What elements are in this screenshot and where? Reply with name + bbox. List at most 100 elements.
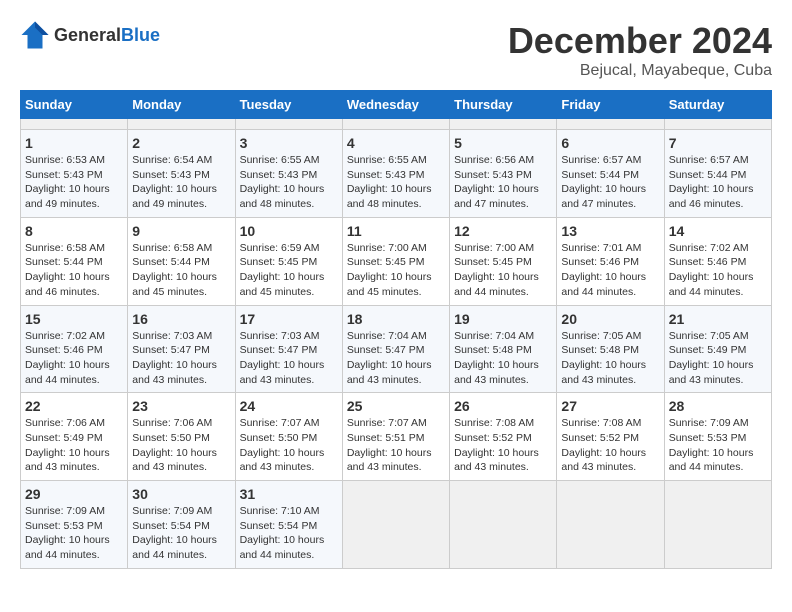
- sunset-label: Sunset: 5:50 PM: [240, 432, 318, 444]
- day-number: 15: [25, 311, 123, 327]
- calendar-week-row: 22Sunrise: 7:06 AMSunset: 5:49 PMDayligh…: [21, 393, 772, 481]
- daylight-label: Daylight: 10 hours and 44 minutes.: [240, 534, 325, 561]
- col-sunday: Sunday: [21, 91, 128, 119]
- sunrise-label: Sunrise: 6:55 AM: [347, 154, 427, 166]
- sunrise-label: Sunrise: 7:02 AM: [669, 242, 749, 254]
- day-info: Sunrise: 7:07 AMSunset: 5:50 PMDaylight:…: [240, 416, 338, 475]
- calendar-week-row: [21, 119, 772, 130]
- sunset-label: Sunset: 5:44 PM: [132, 256, 210, 268]
- daylight-label: Daylight: 10 hours and 45 minutes.: [132, 271, 217, 298]
- table-row: [450, 119, 557, 130]
- table-row: 27Sunrise: 7:08 AMSunset: 5:52 PMDayligh…: [557, 393, 664, 481]
- day-info: Sunrise: 7:00 AMSunset: 5:45 PMDaylight:…: [454, 241, 552, 300]
- day-info: Sunrise: 7:09 AMSunset: 5:53 PMDaylight:…: [25, 504, 123, 563]
- table-row: 4Sunrise: 6:55 AMSunset: 5:43 PMDaylight…: [342, 130, 449, 218]
- daylight-label: Daylight: 10 hours and 45 minutes.: [347, 271, 432, 298]
- day-number: 17: [240, 311, 338, 327]
- sunset-label: Sunset: 5:43 PM: [240, 169, 318, 181]
- table-row: [664, 119, 771, 130]
- sunset-label: Sunset: 5:44 PM: [561, 169, 639, 181]
- day-info: Sunrise: 6:56 AMSunset: 5:43 PMDaylight:…: [454, 153, 552, 212]
- sunrise-label: Sunrise: 7:03 AM: [132, 330, 212, 342]
- daylight-label: Daylight: 10 hours and 43 minutes.: [454, 447, 539, 474]
- daylight-label: Daylight: 10 hours and 43 minutes.: [347, 359, 432, 386]
- sunset-label: Sunset: 5:47 PM: [240, 344, 318, 356]
- sunrise-label: Sunrise: 7:03 AM: [240, 330, 320, 342]
- table-row: [664, 481, 771, 569]
- calendar: Sunday Monday Tuesday Wednesday Thursday…: [20, 90, 772, 569]
- day-info: Sunrise: 7:03 AMSunset: 5:47 PMDaylight:…: [132, 329, 230, 388]
- table-row: 17 Sunrise: 7:03 AM Sunset: 5:47 PM Dayligh…: [235, 305, 342, 393]
- day-number: 19: [454, 311, 552, 327]
- sunrise-label: Sunrise: 7:01 AM: [561, 242, 641, 254]
- table-row: 16Sunrise: 7:03 AMSunset: 5:47 PMDayligh…: [128, 305, 235, 393]
- sunset-label: Sunset: 5:54 PM: [132, 520, 210, 532]
- table-row: 21Sunrise: 7:05 AMSunset: 5:49 PMDayligh…: [664, 305, 771, 393]
- table-row: 7Sunrise: 6:57 AMSunset: 5:44 PMDaylight…: [664, 130, 771, 218]
- daylight-label: Daylight: 10 hours and 43 minutes.: [240, 447, 325, 474]
- daylight-label: Daylight: 10 hours and 43 minutes.: [240, 359, 325, 386]
- table-row: 6Sunrise: 6:57 AMSunset: 5:44 PMDaylight…: [557, 130, 664, 218]
- sunrise-label: Sunrise: 7:10 AM: [240, 505, 320, 517]
- table-row: 13Sunrise: 7:01 AMSunset: 5:46 PMDayligh…: [557, 217, 664, 305]
- sunset-label: Sunset: 5:44 PM: [25, 256, 103, 268]
- table-row: 18Sunrise: 7:04 AMSunset: 5:47 PMDayligh…: [342, 305, 449, 393]
- table-row: 26Sunrise: 7:08 AMSunset: 5:52 PMDayligh…: [450, 393, 557, 481]
- day-info: Sunrise: 6:55 AMSunset: 5:43 PMDaylight:…: [240, 153, 338, 212]
- daylight-label: Daylight: 10 hours and 43 minutes.: [561, 359, 646, 386]
- table-row: 20Sunrise: 7:05 AMSunset: 5:48 PMDayligh…: [557, 305, 664, 393]
- table-row: 5Sunrise: 6:56 AMSunset: 5:43 PMDaylight…: [450, 130, 557, 218]
- table-row: 29Sunrise: 7:09 AMSunset: 5:53 PMDayligh…: [21, 481, 128, 569]
- sunrise-label: Sunrise: 7:05 AM: [669, 330, 749, 342]
- sunset-label: Sunset: 5:45 PM: [347, 256, 425, 268]
- sunset-label: Sunset: 5:46 PM: [25, 344, 103, 356]
- day-info: Sunrise: 7:00 AMSunset: 5:45 PMDaylight:…: [347, 241, 445, 300]
- day-info: Sunrise: 6:55 AMSunset: 5:43 PMDaylight:…: [347, 153, 445, 212]
- day-info: Sunrise: 7:06 AMSunset: 5:49 PMDaylight:…: [25, 416, 123, 475]
- day-info: Sunrise: 7:04 AMSunset: 5:48 PMDaylight:…: [454, 329, 552, 388]
- sunset-label: Sunset: 5:49 PM: [669, 344, 747, 356]
- sunset-label: Sunset: 5:44 PM: [669, 169, 747, 181]
- daylight-label: Daylight: 10 hours and 43 minutes.: [454, 359, 539, 386]
- sunset-label: Sunset: 5:48 PM: [454, 344, 532, 356]
- calendar-header-row: Sunday Monday Tuesday Wednesday Thursday…: [21, 91, 772, 119]
- daylight-label: Daylight: 10 hours and 44 minutes.: [454, 271, 539, 298]
- table-row: [450, 481, 557, 569]
- table-row: [21, 119, 128, 130]
- table-row: 19 Sunrise: 7:04 AMSunset: 5:48 PMDayligh…: [450, 305, 557, 393]
- table-row: 30Sunrise: 7:09 AMSunset: 5:54 PMDayligh…: [128, 481, 235, 569]
- daylight-label: Daylight: 10 hours and 48 minutes.: [240, 183, 325, 210]
- sunrise-label: Sunrise: 7:04 AM: [347, 330, 427, 342]
- col-friday: Friday: [557, 91, 664, 119]
- calendar-week-row: 15Sunrise: 7:02 AMSunset: 5:46 PMDayligh…: [21, 305, 772, 393]
- daylight-label: Daylight: 10 hours and 43 minutes.: [669, 359, 754, 386]
- daylight-label: Daylight: 10 hours and 47 minutes.: [561, 183, 646, 210]
- day-number: 1: [25, 135, 123, 151]
- sunrise-label: Sunrise: 6:54 AM: [132, 154, 212, 166]
- col-saturday: Saturday: [664, 91, 771, 119]
- daylight-label: Daylight: 10 hours and 44 minutes.: [669, 271, 754, 298]
- sunset-label: Sunset: 5:46 PM: [561, 256, 639, 268]
- daylight-label: Daylight: 10 hours and 43 minutes.: [25, 447, 110, 474]
- sunrise-label: Sunrise: 7:06 AM: [132, 417, 212, 429]
- day-number: 14: [669, 223, 767, 239]
- header: GeneralBlue December 2024 Bejucal, Mayab…: [20, 20, 772, 80]
- sunset-label: Sunset: 5:47 PM: [132, 344, 210, 356]
- sunrise-label: Sunrise: 7:09 AM: [669, 417, 749, 429]
- daylight-label: Daylight: 10 hours and 47 minutes.: [454, 183, 539, 210]
- logo: GeneralBlue: [20, 20, 160, 50]
- col-tuesday: Tuesday: [235, 91, 342, 119]
- day-info: Sunrise: 6:57 AM Sunset: 5:44 PM Daylight:…: [561, 153, 659, 212]
- day-info: Sunrise: 6:58 AM Sunset: 5:44 PM Daylight:…: [132, 241, 230, 300]
- calendar-week-row: 29Sunrise: 7:09 AMSunset: 5:53 PMDayligh…: [21, 481, 772, 569]
- sunrise-label: Sunrise: 6:59 AM: [240, 242, 320, 254]
- day-info: Sunrise: 7:09 AMSunset: 5:53 PMDaylight:…: [669, 416, 767, 475]
- day-info: Sunrise: 7:08 AMSunset: 5:52 PMDaylight:…: [454, 416, 552, 475]
- sunrise-label: Sunrise: 6:57 AM: [561, 154, 641, 166]
- sunset-label: Sunset: 5:43 PM: [25, 169, 103, 181]
- day-info: Sunrise: 7:01 AMSunset: 5:46 PMDaylight:…: [561, 241, 659, 300]
- day-number: 24: [240, 398, 338, 414]
- table-row: [342, 481, 449, 569]
- sunrise-label: Sunrise: 6:58 AM: [132, 242, 212, 254]
- table-row: [235, 119, 342, 130]
